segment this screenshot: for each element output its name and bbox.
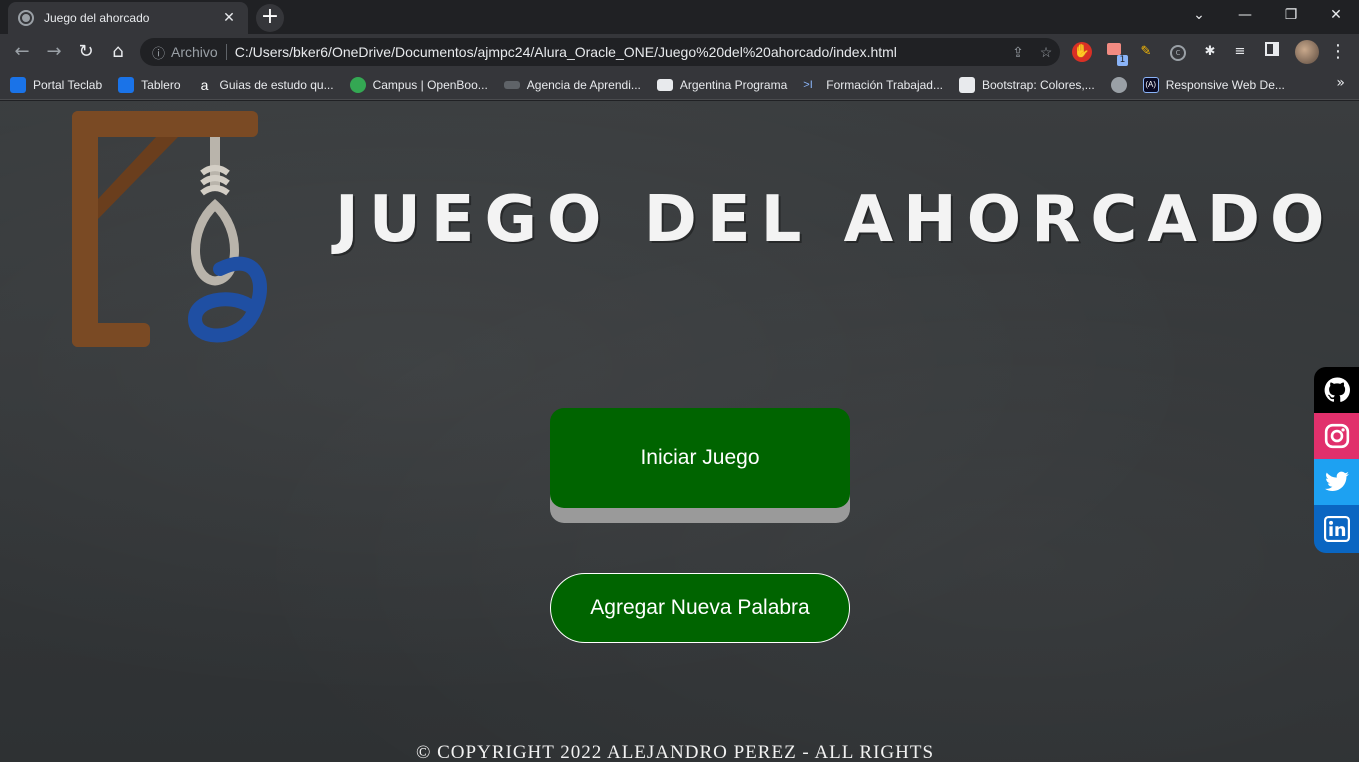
forward-button[interactable]: → <box>40 38 68 66</box>
code-icon: >I <box>803 78 813 91</box>
bookmark-bootstrap-colores[interactable]: Bootstrap: Colores,... <box>958 76 1095 93</box>
github-link[interactable] <box>1314 367 1359 413</box>
share-icon[interactable]: ⇪ <box>1004 44 1032 61</box>
gallows-brace <box>98 137 178 219</box>
gallows-base <box>72 323 150 347</box>
bookmark-argentina-programa[interactable]: Argentina Programa <box>656 78 787 92</box>
extension-badge-icon[interactable]: 1 <box>1104 42 1128 66</box>
url-text[interactable]: C:/Users/bker6/OneDrive/Documentos/ajmpc… <box>235 44 1004 60</box>
freecodecamp-icon: (A) <box>1142 76 1159 93</box>
reload-button[interactable]: ↻ <box>72 38 100 66</box>
bookmark-portal-teclab[interactable]: Portal Teclab <box>10 76 102 93</box>
page-content: JUEGO DEL AHORCADO Iniciar Juego Agregar… <box>0 101 1359 762</box>
bookmark-favicon-icon <box>958 76 975 93</box>
bookmark-favicon-icon <box>349 76 366 93</box>
footer-copyright: © COPYRIGHT 2022 ALEJANDRO PEREZ - ALL R… <box>415 742 935 762</box>
puzzle-icon[interactable]: ✱ <box>1200 42 1220 62</box>
start-game-button[interactable]: Iniciar Juego <box>550 408 850 508</box>
tab-search-chevron-icon[interactable]: ⌄ <box>1176 0 1222 30</box>
twitter-icon <box>1324 471 1349 491</box>
bookmark-favicon-icon <box>656 78 673 91</box>
sidebar-icon[interactable] <box>1262 42 1282 62</box>
bookmark-globe[interactable] <box>1110 76 1127 93</box>
bookmark-responsive-web-de[interactable]: (A) Responsive Web De... <box>1142 76 1285 93</box>
instagram-link[interactable] <box>1314 413 1359 459</box>
linkedin-icon <box>1323 516 1350 542</box>
minimize-button[interactable]: — <box>1222 0 1268 30</box>
tab-strip: Juego del ahorcado ✕ + ⌄ — ❐ ✕ <box>0 0 1359 34</box>
globe-icon <box>1110 76 1127 93</box>
address-bar[interactable]: ⓘ Archivo C:/Users/bker6/OneDrive/Docume… <box>140 38 1060 66</box>
bookmark-favicon-icon <box>10 76 26 93</box>
stop-hand-icon[interactable]: ✋ <box>1072 42 1092 62</box>
tab-title: Juego del ahorcado <box>44 11 150 25</box>
twitter-link[interactable] <box>1314 459 1359 505</box>
profile-avatar[interactable] <box>1295 40 1319 64</box>
close-window-button[interactable]: ✕ <box>1313 0 1359 30</box>
bookmark-agencia-de-aprendi[interactable]: Agencia de Aprendi... <box>503 78 641 92</box>
gallows-beam <box>72 111 258 137</box>
restore-button[interactable]: ❐ <box>1268 0 1314 30</box>
bookmark-star-icon[interactable]: ☆ <box>1032 44 1060 61</box>
home-button[interactable]: ⌂ <box>104 38 132 66</box>
pen-icon[interactable]: ✎ <box>1136 42 1156 62</box>
add-word-button[interactable]: Agregar Nueva Palabra <box>550 573 850 643</box>
back-button[interactable]: ← <box>8 38 36 66</box>
new-tab-button[interactable]: + <box>256 4 284 32</box>
page-title: JUEGO DEL AHORCADO <box>335 183 1335 257</box>
gallows-post <box>72 111 98 347</box>
globe-icon <box>18 10 34 26</box>
bookmark-campus-openboo[interactable]: Campus | OpenBoo... <box>349 76 488 93</box>
bookmark-favicon-icon <box>503 80 520 89</box>
site-info-icon[interactable]: ⓘ <box>152 43 165 62</box>
github-icon <box>1324 377 1350 402</box>
media-icon[interactable]: ≡ <box>1230 42 1250 62</box>
bookmark-tablero[interactable]: Tablero <box>118 76 181 93</box>
bookmark-guias-de-estudo[interactable]: a Guias de estudo qu... <box>197 77 334 93</box>
circle-c-icon[interactable]: c <box>1168 42 1188 62</box>
linkedin-link[interactable] <box>1314 505 1359 553</box>
tab-juego-del-ahorcado[interactable]: Juego del ahorcado ✕ <box>8 2 248 34</box>
bookmarks-overflow-icon[interactable]: » <box>1336 75 1345 91</box>
scheme-label: Archivo <box>171 44 218 60</box>
kebab-menu-icon[interactable]: ⋮ <box>1328 42 1348 62</box>
instagram-icon <box>1324 423 1349 449</box>
bookmarks-bar: Portal Teclab Tablero a Guias de estudo … <box>0 70 1359 100</box>
extension-badge-count: 1 <box>1117 55 1128 66</box>
bookmark-favicon-icon <box>118 76 135 93</box>
tab-close-icon[interactable]: ✕ <box>220 10 238 26</box>
bookmark-formacion-trabajad[interactable]: >I Formación Trabajad... <box>803 77 943 93</box>
hangman-gallows-logo <box>72 111 267 347</box>
omnibox-separator <box>225 44 227 60</box>
alura-a-icon: a <box>200 76 209 93</box>
browser-toolbar: ← → ↻ ⌂ ⓘ Archivo C:/Users/bker6/OneDriv… <box>0 34 1359 70</box>
